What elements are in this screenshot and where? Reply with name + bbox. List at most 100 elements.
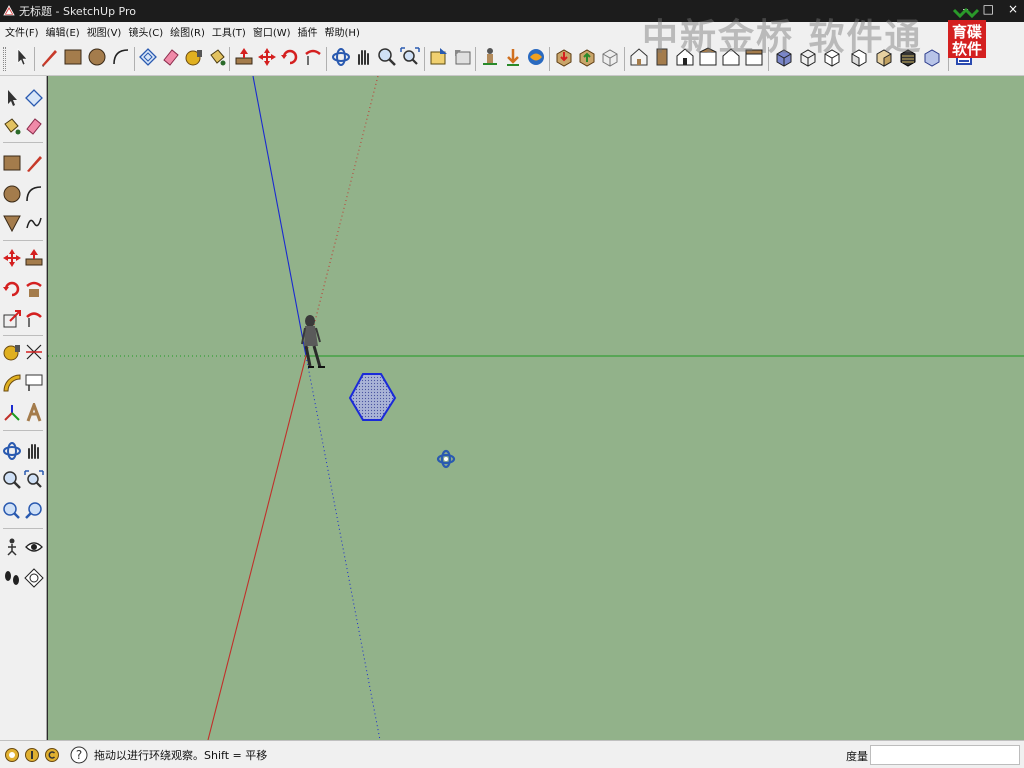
menu-view[interactable]: 视图(V) bbox=[86, 24, 128, 39]
rectangle-icon[interactable] bbox=[2, 153, 22, 173]
menu-help[interactable]: 帮助(H) bbox=[324, 24, 366, 39]
orbit-icon[interactable] bbox=[2, 441, 22, 461]
watermark-logo: 育碟 软件 bbox=[948, 8, 986, 58]
previous-view-icon[interactable] bbox=[428, 46, 450, 68]
rotate-icon[interactable] bbox=[2, 279, 22, 299]
paint-bucket-icon[interactable] bbox=[2, 116, 22, 136]
orbit-cursor-icon bbox=[436, 449, 456, 469]
svg-text:?: ? bbox=[76, 748, 82, 762]
toolbar-grip[interactable] bbox=[3, 47, 6, 71]
look-around-icon[interactable] bbox=[24, 537, 44, 557]
3d-text-icon[interactable] bbox=[24, 403, 44, 423]
pan-icon[interactable] bbox=[24, 441, 44, 461]
push-pull-icon[interactable] bbox=[233, 46, 255, 68]
select-icon[interactable] bbox=[2, 88, 22, 108]
credits-icon[interactable] bbox=[24, 747, 40, 763]
protractor-icon[interactable] bbox=[2, 373, 22, 393]
circle-icon[interactable] bbox=[2, 184, 22, 204]
toolbar-separator bbox=[3, 528, 43, 529]
toolbar-separator bbox=[624, 47, 625, 71]
red-axis-solid bbox=[207, 355, 307, 740]
axes-icon[interactable] bbox=[2, 403, 22, 423]
toolbar-separator bbox=[475, 47, 476, 71]
zoom-window-icon[interactable] bbox=[24, 470, 44, 490]
offset-icon[interactable] bbox=[24, 309, 44, 329]
help-icon[interactable]: ? bbox=[70, 746, 88, 764]
menu-plugins[interactable]: 插件 bbox=[297, 24, 324, 39]
look-around-icon[interactable] bbox=[525, 46, 547, 68]
toolbar-separator bbox=[549, 47, 550, 71]
zoom-icon[interactable] bbox=[2, 470, 22, 490]
sketchup-logo-icon bbox=[3, 5, 15, 16]
measurements-label: 度量 bbox=[846, 750, 868, 763]
copyright-icon[interactable] bbox=[44, 747, 60, 763]
pan-icon[interactable] bbox=[353, 46, 375, 68]
paint-bucket-icon[interactable] bbox=[206, 46, 228, 68]
make-component-icon[interactable] bbox=[24, 88, 44, 108]
menu-tools[interactable]: 工具(T) bbox=[211, 24, 252, 39]
arc-icon[interactable] bbox=[110, 46, 132, 68]
eraser-icon[interactable] bbox=[24, 116, 44, 136]
eraser-icon[interactable] bbox=[160, 46, 182, 68]
select-icon[interactable] bbox=[10, 46, 32, 68]
section-plane-icon[interactable] bbox=[24, 568, 44, 588]
zoom-extents-icon[interactable] bbox=[399, 46, 421, 68]
back-edges-icon[interactable] bbox=[921, 46, 943, 68]
drawing-viewport[interactable] bbox=[48, 76, 1024, 740]
menu-window[interactable]: 窗口(W) bbox=[252, 24, 297, 39]
walk-icon[interactable] bbox=[502, 46, 524, 68]
menu-file[interactable]: 文件(F) bbox=[4, 24, 45, 39]
toolbar-separator bbox=[3, 240, 43, 241]
geo-location-icon[interactable] bbox=[4, 747, 20, 763]
position-camera-icon[interactable] bbox=[2, 537, 22, 557]
text-icon[interactable] bbox=[24, 373, 44, 393]
dimension-icon[interactable] bbox=[24, 342, 44, 362]
follow-me-icon[interactable] bbox=[302, 46, 324, 68]
toolbar-separator bbox=[3, 142, 43, 143]
pencil-icon[interactable] bbox=[38, 46, 60, 68]
watermark-logo-line-1: 育碟 bbox=[952, 23, 982, 41]
components-icon[interactable] bbox=[599, 46, 621, 68]
window-title: 无标题 - SketchUp Pro bbox=[19, 5, 137, 18]
rotate-icon[interactable] bbox=[279, 46, 301, 68]
zoom-extents-icon[interactable] bbox=[24, 501, 44, 521]
toolbar-separator bbox=[34, 47, 35, 71]
previous-icon[interactable] bbox=[2, 501, 22, 521]
follow-me-icon[interactable] bbox=[24, 279, 44, 299]
move-icon[interactable] bbox=[2, 248, 22, 268]
menu-draw[interactable]: 绘图(R) bbox=[169, 24, 211, 39]
share-model-icon[interactable] bbox=[576, 46, 598, 68]
arc-icon[interactable] bbox=[24, 184, 44, 204]
menu-edit[interactable]: 编辑(E) bbox=[45, 24, 86, 39]
freehand-icon[interactable] bbox=[24, 213, 44, 233]
get-models-icon[interactable] bbox=[553, 46, 575, 68]
push-pull-icon[interactable] bbox=[24, 248, 44, 268]
circle-icon[interactable] bbox=[86, 46, 108, 68]
toolbar-separator bbox=[424, 47, 425, 71]
next-view-icon[interactable] bbox=[451, 46, 473, 68]
make-component-icon[interactable] bbox=[137, 46, 159, 68]
hexagon-shape[interactable] bbox=[348, 373, 397, 421]
walk-icon[interactable] bbox=[2, 568, 22, 588]
status-message: 拖动以进行环绕观察。Shift = 平移 bbox=[94, 748, 268, 762]
status-bar: ? 拖动以进行环绕观察。Shift = 平移 度量 bbox=[0, 740, 1024, 768]
orbit-icon[interactable] bbox=[330, 46, 352, 68]
close-button[interactable]: × bbox=[1008, 2, 1018, 16]
measurements-input[interactable] bbox=[870, 745, 1020, 765]
watermark-logo-line-2: 软件 bbox=[952, 40, 982, 58]
toolbar-separator bbox=[3, 430, 43, 431]
zoom-icon[interactable] bbox=[376, 46, 398, 68]
toolbar-separator bbox=[3, 335, 43, 336]
toolbar-separator bbox=[229, 47, 230, 71]
red-axis-dotted bbox=[305, 76, 379, 357]
position-camera-icon[interactable] bbox=[479, 46, 501, 68]
blue-axis-solid bbox=[252, 76, 307, 357]
move-icon[interactable] bbox=[256, 46, 278, 68]
menu-camera[interactable]: 镜头(C) bbox=[127, 24, 169, 39]
polygon-icon[interactable] bbox=[2, 213, 22, 233]
tape-measure-icon[interactable] bbox=[183, 46, 205, 68]
rectangle-icon[interactable] bbox=[62, 46, 84, 68]
line-icon[interactable] bbox=[24, 153, 44, 173]
scale-icon[interactable] bbox=[2, 309, 22, 329]
tape-measure-icon[interactable] bbox=[2, 342, 22, 362]
